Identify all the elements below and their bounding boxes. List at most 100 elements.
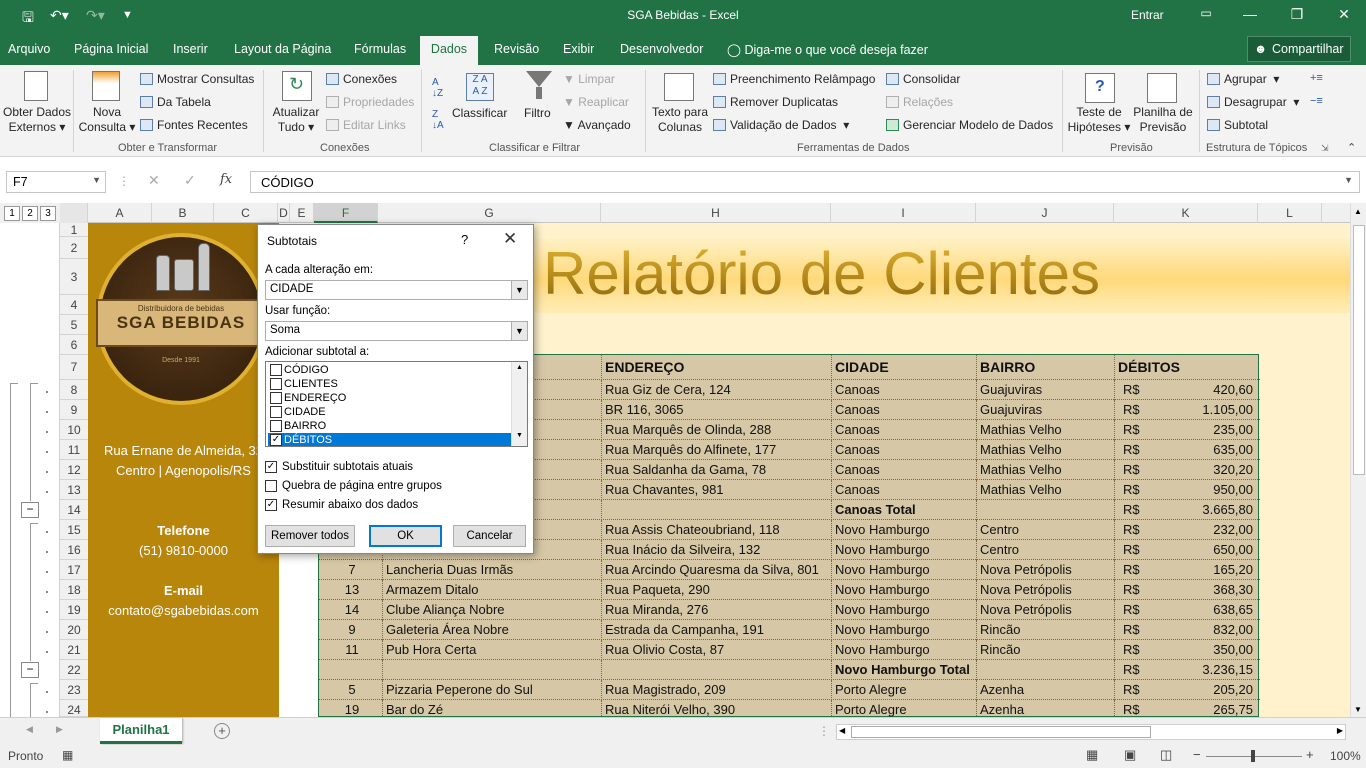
cell-district[interactable]: Centro	[977, 520, 1115, 540]
cell-client[interactable]: Lancheria Duas Irmãs	[383, 560, 602, 580]
outline-level-2[interactable]: 2	[22, 206, 38, 221]
cell-debt[interactable]: R$ 232,00	[1115, 520, 1259, 540]
cell-addr[interactable]: Rua Niterói Velho, 390	[602, 700, 832, 717]
cell-district[interactable]: Azenha	[977, 700, 1115, 717]
cell-code[interactable]: 14	[319, 600, 383, 620]
cell-debt[interactable]: R$ 350,00	[1115, 640, 1259, 660]
cell-client[interactable]: Armazem Ditalo	[383, 580, 602, 600]
field-item[interactable]: CIDADE	[268, 405, 512, 419]
cell-city[interactable]: Novo Hamburgo	[832, 600, 977, 620]
row-header[interactable]: 8	[60, 380, 88, 400]
column-header-k[interactable]: K	[1114, 203, 1258, 223]
obter-dados-externos-button[interactable]: Obter Dados Externos ▾	[3, 105, 71, 135]
row-header[interactable]: 4	[60, 295, 88, 315]
cell-debt[interactable]: R$ 3.665,80	[1115, 500, 1259, 520]
scroll-down-icon[interactable]: ▼	[1354, 705, 1362, 714]
cancel-button[interactable]: Cancelar	[453, 525, 526, 547]
ribbon-display-icon[interactable]: ▭	[1196, 6, 1216, 20]
tab-pagina-inicial[interactable]: Página Inicial	[74, 42, 148, 56]
column-header-c[interactable]: C	[214, 203, 278, 223]
mostrar-consultas-button[interactable]: Mostrar Consultas	[140, 72, 254, 86]
row-header[interactable]: 19	[60, 600, 88, 620]
cell-addr[interactable]: Rua Chavantes, 981	[602, 480, 832, 500]
remove-all-button[interactable]: Remover todos	[265, 525, 355, 547]
cell-addr[interactable]: Rua Arcindo Quaresma da Silva, 801	[602, 560, 832, 580]
row-header[interactable]: 16	[60, 540, 88, 560]
tab-formulas[interactable]: Fórmulas	[354, 42, 406, 56]
list-scrollbar[interactable]: ▲ ▼	[511, 362, 527, 446]
row-header[interactable]: 15	[60, 520, 88, 540]
tab-revisao[interactable]: Revisão	[494, 42, 539, 56]
row-header[interactable]: 20	[60, 620, 88, 640]
cell-district[interactable]: Mathias Velho	[977, 420, 1115, 440]
row-header[interactable]: 18	[60, 580, 88, 600]
filtro-button[interactable]: Filtro	[524, 106, 551, 120]
normal-view-icon[interactable]: ▦	[1086, 747, 1098, 763]
formula-input[interactable]: CÓDIGO ▼	[250, 171, 1360, 193]
cell-debt[interactable]: R$ 205,20	[1115, 680, 1259, 700]
cell-city[interactable]: Canoas	[832, 480, 977, 500]
cell-addr[interactable]: Rua Magistrado, 209	[602, 680, 832, 700]
minimize-icon[interactable]: —	[1240, 6, 1260, 22]
cell-debt[interactable]: R$ 165,20	[1115, 560, 1259, 580]
zoom-out-icon[interactable]: −	[1193, 747, 1201, 762]
header-debitos[interactable]: DÉBITOS	[1115, 355, 1259, 380]
row-header[interactable]: 14	[60, 500, 88, 520]
column-header-f[interactable]: F	[314, 203, 378, 223]
row-header[interactable]: 21	[60, 640, 88, 660]
cell-client[interactable]: Bar do Zé	[383, 700, 602, 717]
hide-detail-icon[interactable]: −≡	[1310, 95, 1323, 107]
chevron-down-icon[interactable]: ▼	[92, 175, 101, 185]
share-button[interactable]: ☻ Compartilhar	[1247, 36, 1351, 62]
field-item[interactable]: CÓDIGO	[268, 363, 512, 377]
avancado-button[interactable]: ▼ Avançado	[563, 118, 631, 132]
da-tabela-button[interactable]: Da Tabela	[140, 95, 211, 109]
header-endereco[interactable]: ENDEREÇO	[602, 355, 832, 380]
cell-city[interactable]: Novo Hamburgo Total	[832, 660, 977, 680]
cell-addr[interactable]: Rua Assis Chateoubriand, 118	[602, 520, 832, 540]
insert-function-icon[interactable]: fx	[220, 172, 232, 187]
subtotal-button[interactable]: Subtotal	[1207, 118, 1268, 132]
close-icon[interactable]: ✕	[1334, 6, 1354, 23]
prev-sheet-icon[interactable]: ◀	[26, 724, 33, 735]
row-header[interactable]: 7	[60, 355, 88, 380]
cell-client[interactable]: Pizzaria Peperone do Sul	[383, 680, 602, 700]
cell-debt[interactable]: R$ 320,20	[1115, 460, 1259, 480]
ok-button[interactable]: OK	[369, 525, 442, 547]
cell-addr[interactable]: Rua Marquês do Alfinete, 177	[602, 440, 832, 460]
tab-split-handle[interactable]: ⋮	[818, 724, 830, 738]
row-header[interactable]: 12	[60, 460, 88, 480]
cell-district[interactable]: Nova Petrópolis	[977, 580, 1115, 600]
cell-debt[interactable]: R$ 235,00	[1115, 420, 1259, 440]
column-header-h[interactable]: H	[601, 203, 831, 223]
cell-city[interactable]: Novo Hamburgo	[832, 640, 977, 660]
cell-debt[interactable]: R$ 3.236,15	[1115, 660, 1259, 680]
cell-debt[interactable]: R$ 1.105,00	[1115, 400, 1259, 420]
column-header-a[interactable]: A	[88, 203, 152, 223]
horizontal-scrollbar[interactable]: ◀ ▶	[836, 724, 1346, 740]
cell-debt[interactable]: R$ 638,65	[1115, 600, 1259, 620]
header-bairro[interactable]: BAIRRO	[977, 355, 1115, 380]
cell-district[interactable]: Mathias Velho	[977, 440, 1115, 460]
help-icon[interactable]: ?	[461, 232, 468, 247]
planilha-previsao-button[interactable]: Planilha de Previsão	[1132, 105, 1194, 135]
cell-district[interactable]	[977, 660, 1115, 680]
column-header-e[interactable]: E	[290, 203, 314, 223]
remover-duplicatas-button[interactable]: Remover Duplicatas	[713, 95, 838, 109]
cell-city[interactable]: Canoas	[832, 440, 977, 460]
cell-city[interactable]: Canoas	[832, 420, 977, 440]
cell-code[interactable]: 9	[319, 620, 383, 640]
field-item-selected[interactable]: ✓ DÉBITOS	[268, 433, 512, 446]
cell-addr[interactable]: Rua Giz de Cera, 124	[602, 380, 832, 400]
cell-addr[interactable]	[602, 500, 832, 520]
row-header[interactable]: 13	[60, 480, 88, 500]
show-detail-icon[interactable]: +≡	[1310, 72, 1323, 84]
reaplicar-button[interactable]: ▼ Reaplicar	[563, 95, 629, 109]
field-item[interactable]: ENDEREÇO	[268, 391, 512, 405]
column-header-l[interactable]: L	[1258, 203, 1322, 223]
cell-city[interactable]: Novo Hamburgo	[832, 580, 977, 600]
cell-district[interactable]: Nova Petrópolis	[977, 600, 1115, 620]
tab-exibir[interactable]: Exibir	[563, 42, 594, 56]
chevron-down-icon[interactable]: ▼	[511, 322, 527, 340]
cell-city[interactable]: Canoas	[832, 460, 977, 480]
